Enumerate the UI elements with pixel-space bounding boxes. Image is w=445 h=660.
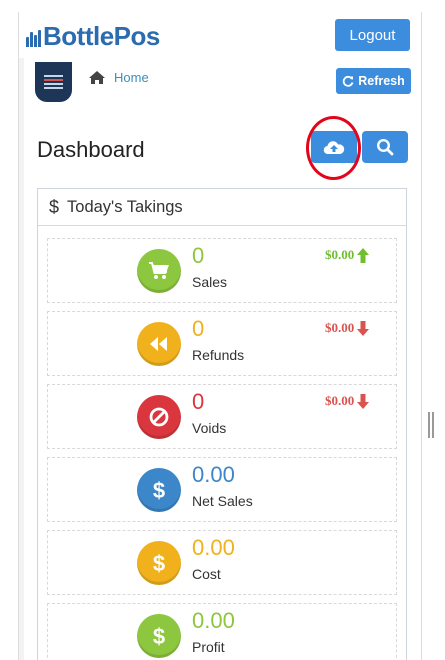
logo-text: BottlePos <box>43 20 160 51</box>
app-window: BottlePos Logout Home Refresh Dashboard … <box>18 12 422 660</box>
refresh-icon <box>343 75 354 87</box>
refunds-label: Refunds <box>192 347 245 363</box>
arrow-up-icon <box>357 247 370 263</box>
screen: BottlePos Logout Home Refresh Dashboard … <box>0 0 445 660</box>
bottles-icon <box>26 25 42 47</box>
stat-net-sales: $ 0.00 Net Sales <box>47 457 397 522</box>
todays-takings-panel: $ Today's Takings 0 Sales $0.00 0 Refund… <box>37 188 407 660</box>
breadcrumb: Home <box>88 70 149 85</box>
cost-label: Cost <box>192 566 221 582</box>
search-icon <box>376 138 394 156</box>
highlight-circle-annotation <box>306 116 361 180</box>
search-button[interactable] <box>362 131 408 163</box>
resize-handle[interactable] <box>428 412 434 438</box>
app-logo[interactable]: BottlePos <box>26 21 160 51</box>
logout-button[interactable]: Logout <box>335 19 410 51</box>
refunds-count: 0 <box>192 316 205 341</box>
svg-text:$: $ <box>153 624 165 649</box>
stat-profit: $ 0.00 Profit <box>47 603 397 660</box>
voids-amount: $0.00 <box>325 393 370 409</box>
dollar-icon: $ <box>137 468 181 512</box>
dollar-icon: $ <box>49 196 60 217</box>
stat-voids: 0 Voids $0.00 <box>47 384 397 449</box>
sales-amount-value: $0.00 <box>325 247 355 262</box>
top-bar: BottlePos Logout <box>19 12 421 58</box>
arrow-down-icon <box>357 320 370 336</box>
svg-text:$: $ <box>153 478 165 503</box>
net-sales-label: Net Sales <box>192 493 253 509</box>
refresh-label: Refresh <box>358 74 405 88</box>
cart-icon <box>137 249 181 293</box>
cost-value: 0.00 <box>192 535 235 560</box>
refunds-amount-value: $0.00 <box>325 320 355 335</box>
stat-cost: $ 0.00 Cost <box>47 530 397 595</box>
stat-refunds: 0 Refunds $0.00 <box>47 311 397 376</box>
sidebar-toggle-button[interactable] <box>35 62 72 102</box>
voids-count: 0 <box>192 389 205 414</box>
sales-amount: $0.00 <box>325 247 370 263</box>
voids-label: Voids <box>192 420 227 436</box>
sales-count: 0 <box>192 243 205 268</box>
arrow-down-icon <box>357 393 370 409</box>
stat-sales: 0 Sales $0.00 <box>47 238 397 303</box>
profit-label: Profit <box>192 639 225 655</box>
page-title: Dashboard <box>37 137 145 162</box>
profit-value: 0.00 <box>192 608 235 633</box>
panel-header: $ Today's Takings <box>38 189 406 226</box>
breadcrumb-home-link[interactable]: Home <box>114 70 149 85</box>
ban-icon <box>137 395 181 439</box>
home-icon[interactable] <box>88 70 106 85</box>
rewind-icon <box>137 322 181 366</box>
sales-label: Sales <box>192 274 228 290</box>
svg-text:$: $ <box>153 551 165 576</box>
net-sales-value: 0.00 <box>192 462 235 487</box>
dollar-icon: $ <box>137 614 181 658</box>
dollar-icon: $ <box>137 541 181 585</box>
refresh-button[interactable]: Refresh <box>336 68 411 94</box>
refunds-amount: $0.00 <box>325 320 370 336</box>
voids-amount-value: $0.00 <box>325 393 355 408</box>
main-content: Home Refresh Dashboard $ Today's Takings… <box>24 58 421 660</box>
panel-title: Today's Takings <box>67 197 183 216</box>
